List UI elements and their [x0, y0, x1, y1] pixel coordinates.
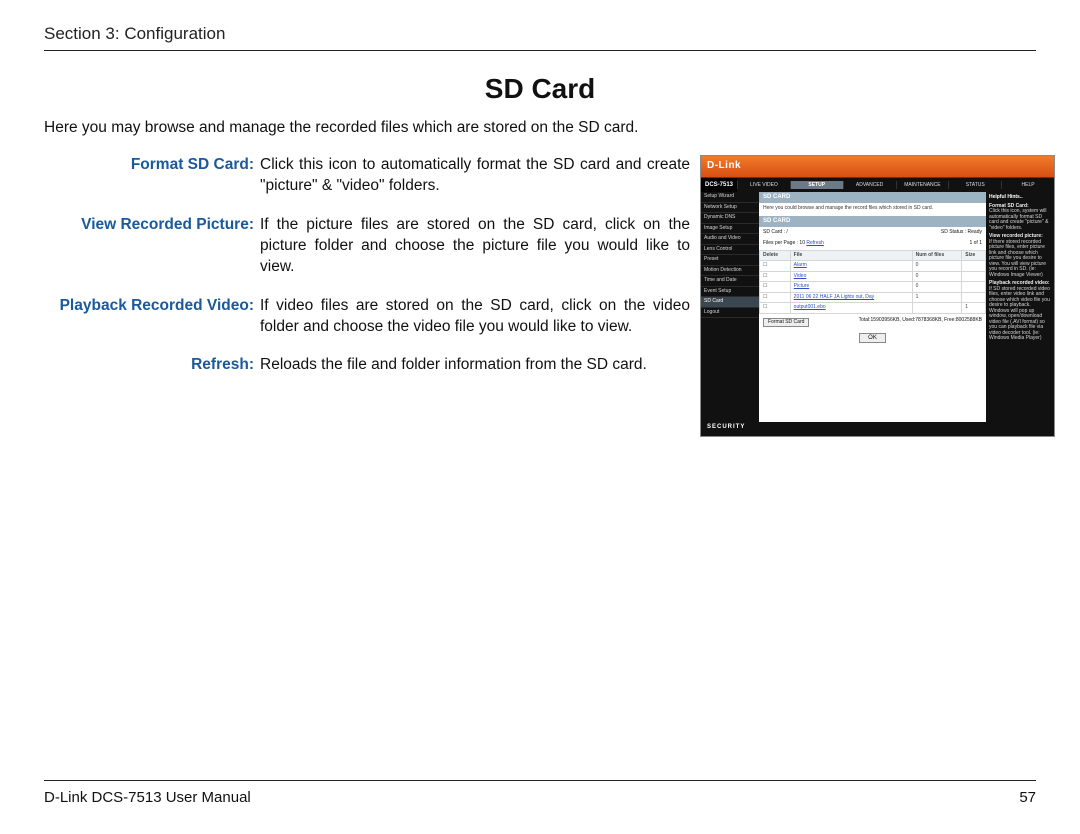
page-indicator: 1 of 1: [969, 241, 982, 247]
def-term-playback-video: Playback Recorded Video:: [44, 296, 254, 338]
section-header: Section 3: Configuration: [44, 24, 1036, 51]
top-nav: DCS-7513 LIVE VIDEO SETUP ADVANCED MAINT…: [701, 178, 1054, 192]
menu-motion-detection[interactable]: Motion Detection: [701, 266, 759, 277]
table-row: ☐Picture0: [760, 282, 986, 293]
help-column: Helpful Hints.. Format SD Card: Click th…: [986, 192, 1054, 422]
col-num: Num of files: [912, 250, 962, 261]
side-menu: Setup Wizard Network Setup Dynamic DNS I…: [701, 192, 759, 422]
tab-maintenance[interactable]: MAINTENANCE: [896, 181, 949, 189]
tab-live-video[interactable]: LIVE VIDEO: [737, 181, 790, 189]
help-block-text-2: If SD stored recorded video files, enter…: [989, 287, 1051, 342]
def-desc-format: Click this icon to automatically format …: [260, 155, 690, 197]
table-row: ☐output001.ebo1: [760, 303, 986, 314]
menu-dynamic-dns[interactable]: Dynamic DNS: [701, 213, 759, 224]
footer-page-number: 57: [1019, 789, 1036, 806]
table-row: ☐Alarm0: [760, 261, 986, 272]
definition-list: Format SD Card: Click this icon to autom…: [44, 155, 690, 376]
center-panel: SD CARD Here you could browse and manage…: [759, 192, 986, 422]
file-table: Delete File Num of files Size ☐Alarm0 ☐V…: [759, 250, 986, 314]
col-delete: Delete: [760, 250, 791, 261]
menu-time-date[interactable]: Time and Date: [701, 276, 759, 287]
admin-screenshot: D-Link DCS-7513 LIVE VIDEO SETUP ADVANCE…: [700, 155, 1055, 437]
menu-preset[interactable]: Preset: [701, 255, 759, 266]
files-per-page-value[interactable]: 10: [799, 240, 805, 246]
format-sd-button[interactable]: Format SD Card: [763, 318, 809, 328]
table-row: ☐2011 06 22 HALF JA Lights out, Day1: [760, 292, 986, 303]
def-term-format: Format SD Card:: [44, 155, 254, 197]
def-desc-playback-video: If video files are stored on the SD card…: [260, 296, 690, 338]
panel-intro: Here you could browse and manage the rec…: [759, 203, 986, 215]
menu-network-setup[interactable]: Network Setup: [701, 203, 759, 214]
menu-sd-card[interactable]: SD Card: [701, 297, 759, 308]
tab-setup[interactable]: SETUP: [790, 181, 843, 189]
col-size: Size: [962, 250, 986, 261]
def-term-view-picture: View Recorded Picture:: [44, 215, 254, 278]
security-bar: SECURITY: [701, 422, 1054, 436]
def-desc-refresh: Reloads the file and folder information …: [260, 355, 690, 376]
refresh-link[interactable]: Refresh: [806, 240, 824, 246]
menu-audio-video[interactable]: Audio and Video: [701, 234, 759, 245]
storage-info: Total:15903956KB, Used:7878368KB, Free:8…: [859, 318, 982, 328]
menu-logout[interactable]: Logout: [701, 308, 759, 319]
panel-title: SD CARD: [759, 192, 986, 203]
page-footer: D-Link DCS-7513 User Manual 57: [44, 780, 1036, 806]
sd-status: SD Status : Ready: [941, 230, 982, 236]
help-block-text-1: If there stored recorded picture files, …: [989, 240, 1051, 279]
help-block-text-0: Click this icon, system will automatical…: [989, 209, 1051, 231]
footer-left: D-Link DCS-7513 User Manual: [44, 789, 251, 806]
panel-subhead: SD CARD: [759, 216, 986, 227]
ok-button[interactable]: OK: [859, 333, 886, 343]
page-title: SD Card: [44, 73, 1036, 105]
tab-advanced[interactable]: ADVANCED: [843, 181, 896, 189]
menu-lens-control[interactable]: Lens Control: [701, 245, 759, 256]
model-badge: DCS-7513: [701, 178, 737, 192]
help-title: Helpful Hints..: [989, 195, 1051, 201]
def-desc-view-picture: If the picture files are stored on the S…: [260, 215, 690, 278]
sd-card-path: SD Card : /: [763, 230, 788, 236]
tab-status[interactable]: STATUS: [948, 181, 1001, 189]
brand-logo: D-Link: [701, 156, 1054, 178]
menu-image-setup[interactable]: Image Setup: [701, 224, 759, 235]
table-header-row: Delete File Num of files Size: [760, 250, 986, 261]
menu-event-setup[interactable]: Event Setup: [701, 287, 759, 298]
files-per-page-label: Files per Page :: [763, 240, 798, 246]
tab-help[interactable]: HELP: [1001, 181, 1054, 189]
intro-text: Here you may browse and manage the recor…: [44, 119, 1036, 137]
table-row: ☐Video0: [760, 271, 986, 282]
menu-setup-wizard[interactable]: Setup Wizard: [701, 192, 759, 203]
def-term-refresh: Refresh:: [44, 355, 254, 376]
col-file: File: [790, 250, 912, 261]
